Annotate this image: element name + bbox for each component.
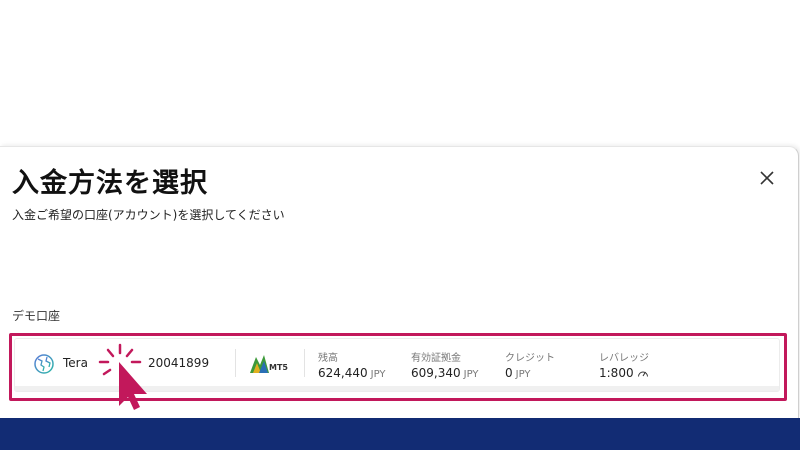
leverage-amount: 1:800 bbox=[599, 366, 634, 380]
credit-unit: JPY bbox=[515, 369, 531, 380]
balance-label: 残高 bbox=[318, 353, 338, 364]
margin-value: 609,340 JPY bbox=[411, 366, 479, 380]
mt5-logo: MT5 bbox=[250, 355, 288, 373]
modal-title: 入金方法を選択 bbox=[12, 168, 208, 199]
leverage-label: レバレッジ bbox=[599, 353, 649, 364]
row-bottom-shade bbox=[15, 386, 779, 391]
leverage-value: 1:800 bbox=[599, 366, 649, 380]
balance-value: 624,440 JPY bbox=[318, 366, 386, 380]
mt5-logo-text: MT5 bbox=[269, 363, 288, 372]
margin-unit: JPY bbox=[463, 369, 479, 380]
gauge-icon bbox=[637, 371, 648, 377]
margin-amount: 609,340 bbox=[411, 366, 461, 380]
balance-unit: JPY bbox=[370, 369, 386, 380]
platform-name: Tera bbox=[63, 356, 88, 370]
balance-stat: 残高 624,440 JPY bbox=[318, 349, 386, 380]
credit-amount: 0 bbox=[505, 366, 513, 380]
balance-amount: 624,440 bbox=[318, 366, 368, 380]
globe-icon bbox=[34, 354, 54, 374]
divider bbox=[235, 349, 236, 377]
demo-account-section-label: デモ口座 bbox=[12, 309, 61, 323]
margin-label: 有効証拠金 bbox=[411, 353, 461, 364]
leverage-stat: レバレッジ 1:800 bbox=[599, 349, 649, 380]
credit-value: 0 JPY bbox=[505, 366, 555, 380]
divider bbox=[304, 349, 305, 377]
account-row[interactable]: Tera 20041899 MT5 残高 624,440 JPY 有効証拠金 60… bbox=[14, 338, 780, 392]
margin-stat: 有効証拠金 609,340 JPY bbox=[411, 349, 479, 380]
footer-band bbox=[0, 418, 800, 450]
select-deposit-account-modal: 入金方法を選択 入金ご希望の口座(アカウント)を選択してください デモ口座 Te… bbox=[0, 146, 799, 418]
modal-subtitle: 入金ご希望の口座(アカウント)を選択してください bbox=[12, 208, 285, 222]
credit-stat: クレジット 0 JPY bbox=[505, 349, 555, 380]
account-number: 20041899 bbox=[148, 356, 210, 370]
close-icon bbox=[760, 171, 774, 185]
close-button[interactable] bbox=[756, 167, 778, 189]
credit-label: クレジット bbox=[505, 353, 555, 364]
